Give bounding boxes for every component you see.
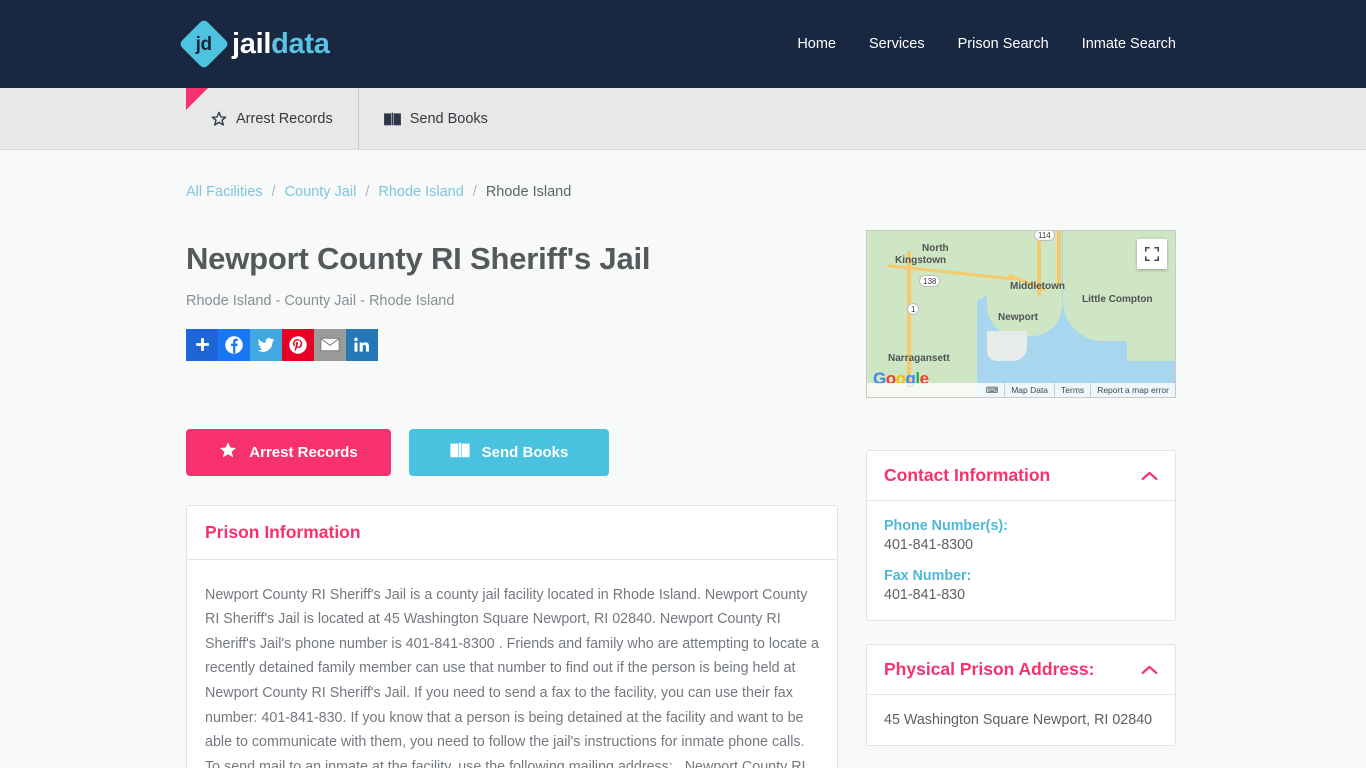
two-column-layout: Newport County RI Sheriff's Jail Rhode I… [186,200,1180,768]
keyboard-shortcuts-icon[interactable]: ⌨ [980,383,1004,397]
breadcrumb-item-county-jail[interactable]: County Jail [285,184,357,200]
map-road-1 [907,251,911,386]
physical-address-panel: Physical Prison Address: 45 Washington S… [866,644,1176,746]
breadcrumb-separator: / [271,184,276,200]
map-label-north-kingstown-1: North [922,243,949,254]
map-route-shield-138: 138 [919,275,941,287]
location-map[interactable]: North Kingstown Middletown Little Compto… [866,230,1176,398]
physical-address-body: 45 Washington Square Newport, RI 02840 [867,695,1175,745]
map-label-little-compton: Little Compton [1082,294,1153,305]
facebook-icon[interactable] [218,328,250,361]
map-road-24 [1057,231,1061,286]
logo-word-data: data [271,27,330,60]
nav-item-inmate-search[interactable]: Inmate Search [1082,36,1176,52]
breadcrumb-item-all-facilities[interactable]: All Facilities [186,184,263,200]
logo-wordmark: jaildata [232,27,330,60]
secondary-tab-bar: Arrest Records Send Books [0,88,1366,150]
breadcrumb-separator: / [472,184,477,200]
page-content: All Facilities / County Jail / Rhode Isl… [0,150,1366,768]
map-route-shield-114: 114 [1034,231,1055,241]
send-books-button-label: Send Books [481,443,569,461]
tab-arrest-records[interactable]: Arrest Records [186,88,358,149]
breadcrumb-separator: / [365,184,370,200]
nav-item-prison-search[interactable]: Prison Search [958,36,1049,52]
email-icon[interactable] [314,328,346,361]
book-icon [383,112,401,126]
map-terms-link[interactable]: Terms [1054,383,1090,397]
physical-address-header[interactable]: Physical Prison Address: [867,645,1175,695]
prison-information-body: Newport County RI Sheriff's Jail is a co… [205,586,819,768]
prison-information-header: Prison Information [187,506,837,560]
fax-number-value: 401-841-830 [884,587,966,603]
star-icon [211,111,227,127]
page-title: Newport County RI Sheriff's Jail [186,241,651,276]
map-land-southeast [1127,331,1175,361]
prison-information-card: Prison Information Newport County RI She… [186,504,838,768]
addthis-share-icon[interactable] [186,328,218,361]
contact-information-body: Phone Number(s): 401-841-8300 Fax Number… [867,501,1175,620]
logo-diamond-icon: jd [178,18,230,70]
linkedin-icon[interactable] [346,328,378,361]
chevron-up-icon[interactable] [1141,470,1158,481]
map-land-point [987,331,1027,361]
site-logo[interactable]: jd jaildata [178,18,330,70]
tab-send-books[interactable]: Send Books [357,88,513,149]
physical-address-value: 45 Washington Square Newport, RI 02840 [884,712,1153,728]
star-icon [219,441,237,463]
breadcrumb-item-current: Rhode Island [485,184,572,200]
chevron-up-icon[interactable] [1141,664,1158,675]
book-icon [450,442,470,462]
map-label-north-kingstown-2: Kingstown [895,255,947,266]
logo-badge-text: jd [196,33,212,55]
arrest-records-button[interactable]: Arrest Records [186,428,391,476]
map-label-middletown: Middletown [1010,281,1065,292]
logo-word-jail: jail [232,27,272,60]
action-buttons: Arrest Records Send Books [186,428,838,476]
main-navigation: Home Services Prison Search Inmate Searc… [797,36,1176,52]
breadcrumb-item-rhode-island[interactable]: Rhode Island [378,184,463,200]
page-subtitle: Rhode Island - County Jail - Rhode Islan… [186,292,455,309]
prison-information-title: Prison Information [205,521,361,542]
map-label-newport: Newport [998,312,1038,323]
map-data-link[interactable]: Map Data [1004,383,1054,397]
map-label-narragansett: Narragansett [888,353,950,364]
contact-information-title: Contact Information [884,465,1051,485]
social-share-bar [186,328,838,361]
tab-send-books-label: Send Books [409,110,488,127]
breadcrumb: All Facilities / County Jail / Rhode Isl… [186,150,1180,200]
nav-item-home[interactable]: Home [797,36,836,52]
map-footer-bar: ⌨ Map Data Terms Report a map error [867,383,1175,397]
main-column: Newport County RI Sheriff's Jail Rhode I… [186,200,838,768]
fullscreen-icon[interactable] [1137,239,1167,269]
arrest-records-button-label: Arrest Records [249,443,358,461]
phone-number-label: Phone Number(s): [884,518,1008,534]
phone-number-value: 401-841-8300 [884,537,974,553]
site-header: jd jaildata Home Services Prison Search … [0,0,1366,88]
pinterest-icon[interactable] [282,328,314,361]
fax-number-label: Fax Number: [884,568,972,584]
contact-information-panel: Contact Information Phone Number(s): 401… [866,450,1176,621]
tab-arrest-records-label: Arrest Records [236,110,333,127]
physical-address-title: Physical Prison Address: [884,659,1095,679]
twitter-icon[interactable] [250,328,282,361]
sidebar-column: North Kingstown Middletown Little Compto… [866,200,1176,768]
send-books-button[interactable]: Send Books [409,428,609,476]
nav-item-services[interactable]: Services [869,36,925,52]
map-report-error-link[interactable]: Report a map error [1090,383,1175,397]
contact-information-header[interactable]: Contact Information [867,451,1175,501]
